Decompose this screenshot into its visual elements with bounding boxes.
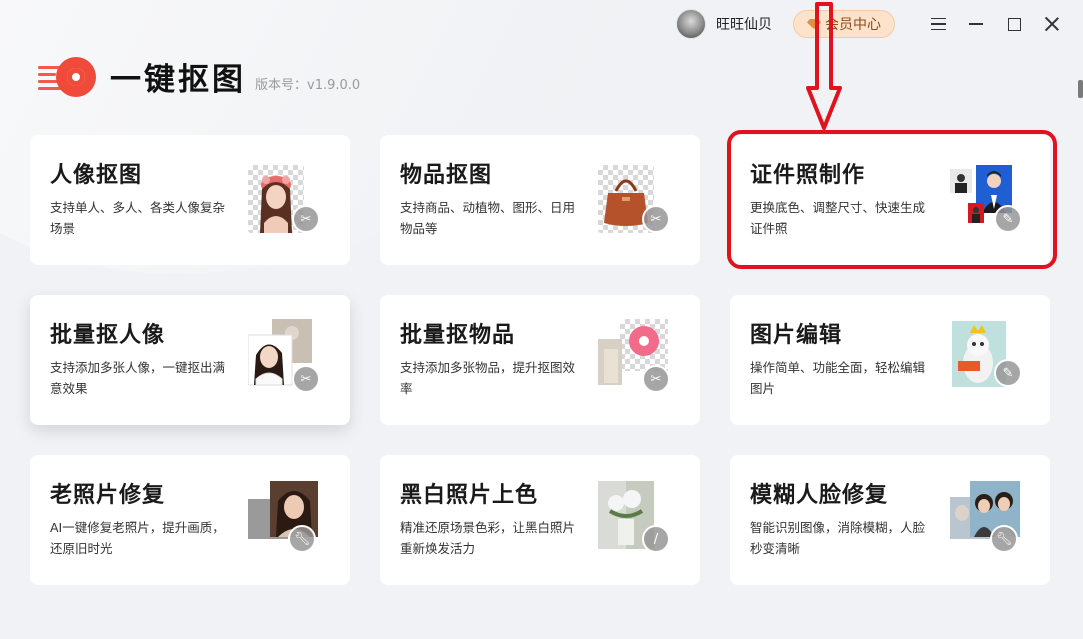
card-description: 支持单人、多人、各类人像复杂场景 — [50, 200, 226, 236]
minimize-icon — [969, 23, 983, 25]
card-description: 支持商品、动植物、图形、日用物品等 — [400, 200, 576, 236]
card-description: 支持添加多张人像，一键抠出满意效果 — [50, 360, 226, 396]
card-description: 操作简单、功能全面，轻松编辑图片 — [750, 360, 926, 396]
blur-face-thumbnail: 🔧︎ — [950, 481, 1020, 555]
card-title: 模糊人脸修复 — [750, 483, 889, 508]
card-description: 精准还原场景色彩，让黑白照片重新焕发活力 — [400, 520, 576, 556]
app-title: 一键抠图 — [110, 62, 246, 98]
close-button[interactable] — [1038, 10, 1066, 38]
app-header: 一键抠图 版本号：v1.9.0.0 — [38, 56, 360, 100]
handbag-thumbnail: ✂ — [598, 165, 670, 235]
app-logo-icon — [38, 56, 98, 100]
pencil-icon: ✎ — [994, 359, 1022, 387]
colorize-thumbnail: / — [598, 481, 670, 555]
scissors-icon: ✂ — [642, 205, 670, 233]
scissors-icon: ✂ — [292, 205, 320, 233]
card-description: 更换底色、调整尺寸、快速生成证件照 — [750, 200, 926, 236]
menu-icon — [930, 18, 946, 30]
maximize-button[interactable] — [1000, 10, 1028, 38]
batch-portrait-thumbnail: ✂ — [248, 319, 320, 395]
card-title: 批量抠物品 — [400, 323, 516, 348]
image-edit-thumbnail: ✎ — [952, 321, 1022, 391]
card-batch-portrait[interactable]: 批量抠人像 支持添加多张人像，一键抠出满意效果 ✂ — [30, 295, 350, 425]
wrench-icon: 🔧︎ — [990, 525, 1018, 553]
menu-button[interactable] — [924, 10, 952, 38]
card-image-edit[interactable]: 图片编辑 操作简单、功能全面，轻松编辑图片 ✎ — [730, 295, 1050, 425]
vip-center-label: 会员中心 — [825, 17, 881, 33]
card-description: 支持添加多张物品，提升抠图效率 — [400, 360, 576, 396]
card-portrait-cutout[interactable]: 人像抠图 支持单人、多人、各类人像复杂场景 ✂ — [30, 135, 350, 265]
card-id-photo[interactable]: 证件照制作 更换底色、调整尺寸、快速生成证件照 ✎ — [730, 135, 1050, 265]
avatar[interactable] — [676, 9, 706, 39]
id-photo-thumbnail: ✎ — [950, 165, 1022, 235]
card-title: 批量抠人像 — [50, 323, 166, 348]
scissors-icon: ✂ — [292, 365, 320, 393]
card-old-photo-repair[interactable]: 老照片修复 AI一键修复老照片，提升画质，还原旧时光 🔧︎ — [30, 455, 350, 585]
scrollbar-handle[interactable] — [1078, 80, 1083, 98]
card-batch-object[interactable]: 批量抠物品 支持添加多张物品，提升抠图效率 ✂ — [380, 295, 700, 425]
card-description: 智能识别图像，消除模糊，人脸秒变清晰 — [750, 520, 926, 556]
minimize-button[interactable] — [962, 10, 990, 38]
close-icon — [1044, 16, 1060, 32]
card-colorize-photo[interactable]: 黑白照片上色 精准还原场景色彩，让黑白照片重新焕发活力 / — [380, 455, 700, 585]
card-title: 老照片修复 — [50, 483, 166, 508]
card-title: 人像抠图 — [50, 163, 143, 188]
portrait-thumbnail: ✂ — [248, 165, 320, 235]
old-photo-thumbnail: 🔧︎ — [248, 481, 318, 555]
username: 旺旺仙贝 — [716, 17, 772, 33]
app-version: 版本号：v1.9.0.0 — [255, 78, 361, 93]
batch-object-thumbnail: ✂ — [598, 319, 670, 395]
scissors-icon: ✂ — [642, 365, 670, 393]
title-bar: 旺旺仙贝 会员中心 — [0, 0, 1083, 48]
vip-center-button[interactable]: 会员中心 — [793, 10, 895, 38]
maximize-icon — [1007, 17, 1021, 31]
card-title: 图片编辑 — [750, 323, 843, 348]
user-profile[interactable]: 旺旺仙贝 — [676, 9, 772, 39]
card-title: 物品抠图 — [400, 163, 493, 188]
card-description: AI一键修复老照片，提升画质，还原旧时光 — [50, 520, 225, 556]
card-object-cutout[interactable]: 物品抠图 支持商品、动植物、图形、日用物品等 ✂ — [380, 135, 700, 265]
brush-icon: / — [642, 525, 670, 553]
card-title: 黑白照片上色 — [400, 483, 539, 508]
card-blur-face-repair[interactable]: 模糊人脸修复 智能识别图像，消除模糊，人脸秒变清晰 🔧︎ — [730, 455, 1050, 585]
wrench-icon: 🔧︎ — [288, 525, 316, 553]
diamond-icon — [807, 19, 821, 29]
pencil-icon: ✎ — [994, 205, 1022, 233]
card-title: 证件照制作 — [750, 163, 866, 188]
